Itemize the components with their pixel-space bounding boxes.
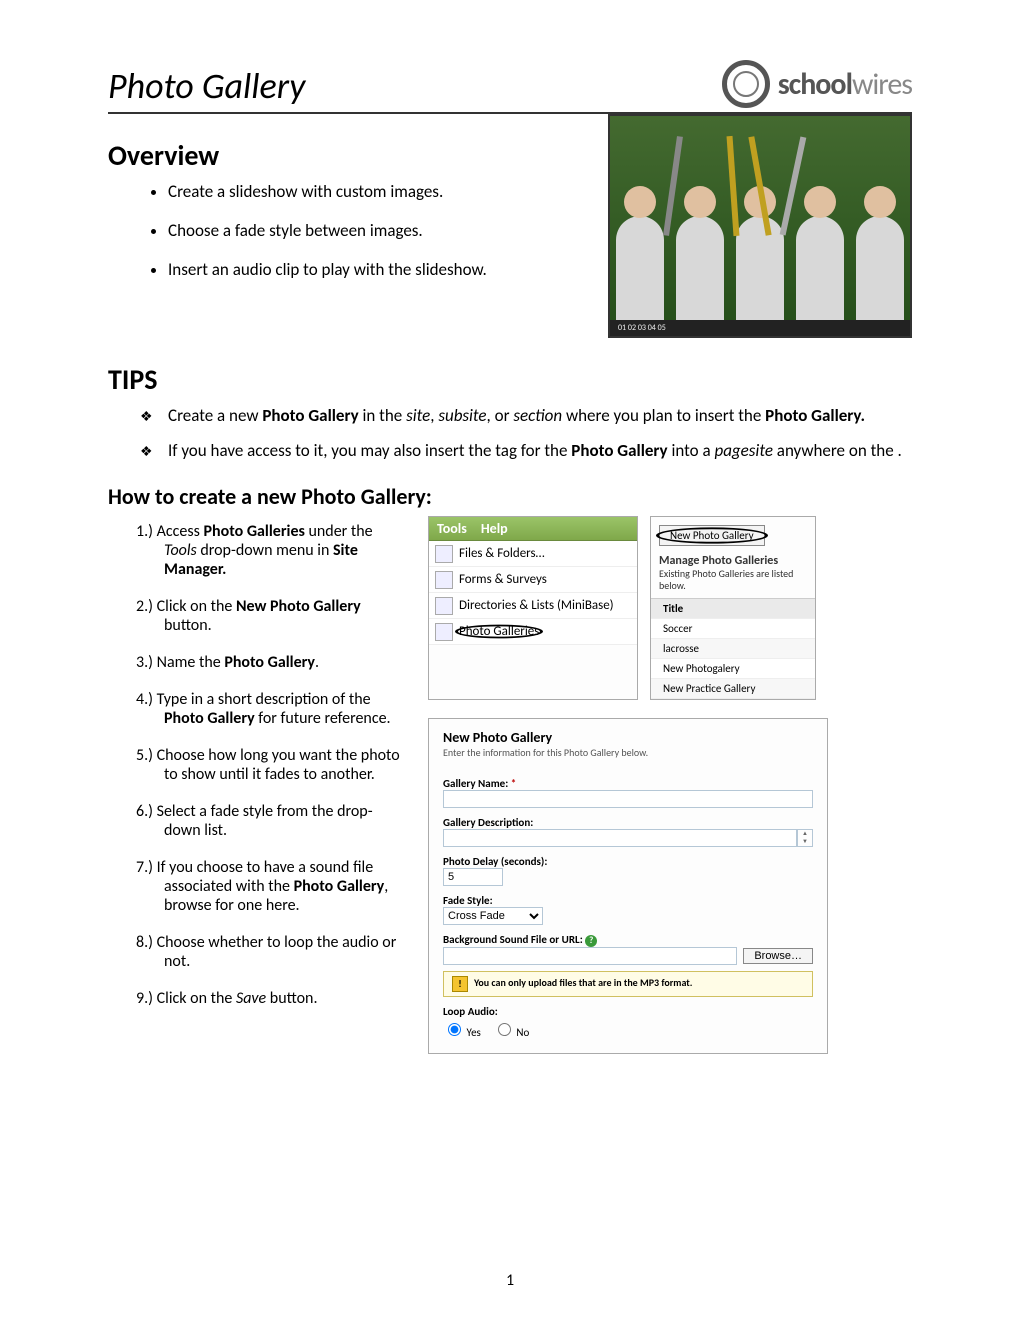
manage-galleries-subtitle: Existing Photo Galleries are listed belo… — [659, 567, 793, 592]
page-number: 1 — [0, 1271, 1020, 1290]
howto-heading: How to create a new Photo Gallery: — [108, 483, 912, 510]
fade-style-label: Fade Style: — [443, 894, 813, 907]
tools-menu-screenshot: Tools Help Files & Folders… Forms & Surv… — [428, 516, 638, 700]
browse-button[interactable]: Browse… — [743, 948, 813, 964]
brand-text-light: wires — [852, 66, 912, 103]
list-item: 1.) Access Photo Galleries under the Too… — [136, 522, 408, 579]
help-icon[interactable]: ? — [585, 935, 597, 947]
sample-photo: 01 02 03 04 05 — [608, 114, 912, 338]
desc-spinner[interactable]: ▲▼ — [797, 829, 813, 847]
form-icon — [435, 571, 453, 589]
list-item: 9.) Click on the Save button. — [136, 989, 408, 1008]
warning-box: ! You can only upload files that are in … — [443, 971, 813, 997]
list-item: 3.) Name the Photo Gallery. — [136, 653, 408, 672]
gallery-icon — [435, 623, 453, 641]
gallery-name-input[interactable] — [443, 790, 813, 808]
tips-list: Create a new Photo Gallery in the site, … — [108, 405, 912, 461]
list-item: Insert an audio clip to play with the sl… — [168, 259, 580, 280]
sound-label: Background Sound File or URL: ? — [443, 933, 813, 947]
loop-audio-label: Loop Audio: — [443, 1005, 813, 1018]
overview-heading: Overview — [108, 138, 580, 173]
tab-help[interactable]: Help — [481, 520, 508, 537]
warning-icon: ! — [452, 976, 468, 992]
new-photo-gallery-button[interactable]: New Photo Gallery — [659, 525, 765, 546]
tools-menu-header: Tools Help — [429, 517, 637, 541]
form-subtitle: Enter the information for this Photo Gal… — [443, 746, 813, 759]
circled-highlight: Photo Galleries — [459, 624, 539, 639]
directory-icon — [435, 597, 453, 615]
photo-footer: 01 02 03 04 05 — [610, 320, 910, 336]
menu-item[interactable]: Forms & Surveys — [429, 567, 637, 593]
gallery-name-label: Gallery Name: * — [443, 777, 813, 790]
form-title: New Photo Gallery — [443, 729, 813, 746]
menu-item[interactable]: Directories & Lists (MiniBase) — [429, 593, 637, 619]
list-item: Create a new Photo Gallery in the site, … — [168, 405, 912, 426]
table-header: Title — [651, 599, 815, 619]
list-item: 5.) Choose how long you want the photo t… — [136, 746, 408, 784]
list-item: Choose a fade style between images. — [168, 220, 580, 241]
galleries-panel-screenshot: New Photo Gallery Manage Photo Galleries… — [650, 516, 816, 700]
table-row[interactable]: New Practice Gallery — [651, 679, 815, 699]
fade-style-select[interactable]: Cross Fade — [443, 907, 543, 925]
photo-delay-label: Photo Delay (seconds): — [443, 855, 813, 868]
tips-heading: TIPS — [108, 362, 912, 397]
brand-text-bold: school — [778, 66, 852, 103]
sound-input[interactable] — [443, 947, 737, 965]
brand-logo: schoolwires — [722, 60, 912, 108]
list-item: 2.) Click on the New Photo Gallery butto… — [136, 597, 408, 635]
list-item: 4.) Type in a short description of the P… — [136, 690, 408, 728]
loop-yes[interactable]: Yes — [443, 1020, 481, 1039]
folder-icon — [435, 545, 453, 563]
table-row[interactable]: lacrosse — [651, 639, 815, 659]
menu-item-photo-galleries[interactable]: Photo Galleries — [429, 619, 637, 645]
list-item: 7.) If you choose to have a sound file a… — [136, 858, 408, 915]
table-row[interactable]: New Photogalery — [651, 659, 815, 679]
manage-galleries-title: Manage Photo Galleries — [659, 554, 807, 568]
page-title: Photo Gallery — [108, 64, 305, 108]
gallery-desc-label: Gallery Description: — [443, 816, 813, 829]
warning-text: You can only upload files that are in th… — [474, 976, 692, 989]
list-item: 6.) Select a fade style from the drop-do… — [136, 802, 408, 840]
loop-no[interactable]: No — [493, 1020, 529, 1039]
list-item: If you have access to it, you may also i… — [168, 440, 912, 461]
new-gallery-form-screenshot: New Photo Gallery Enter the information … — [428, 718, 828, 1054]
overview-list: Create a slideshow with custom images. C… — [108, 181, 580, 280]
list-item: Create a slideshow with custom images. — [168, 181, 580, 202]
list-item: 8.) Choose whether to loop the audio or … — [136, 933, 408, 971]
photo-delay-input[interactable] — [443, 868, 503, 886]
steps-list: 1.) Access Photo Galleries under the Too… — [108, 522, 408, 1008]
menu-item[interactable]: Files & Folders… — [429, 541, 637, 567]
gallery-desc-input[interactable] — [443, 829, 797, 847]
logo-icon — [722, 60, 770, 108]
table-row[interactable]: Soccer — [651, 619, 815, 639]
tab-tools[interactable]: Tools — [437, 520, 467, 537]
